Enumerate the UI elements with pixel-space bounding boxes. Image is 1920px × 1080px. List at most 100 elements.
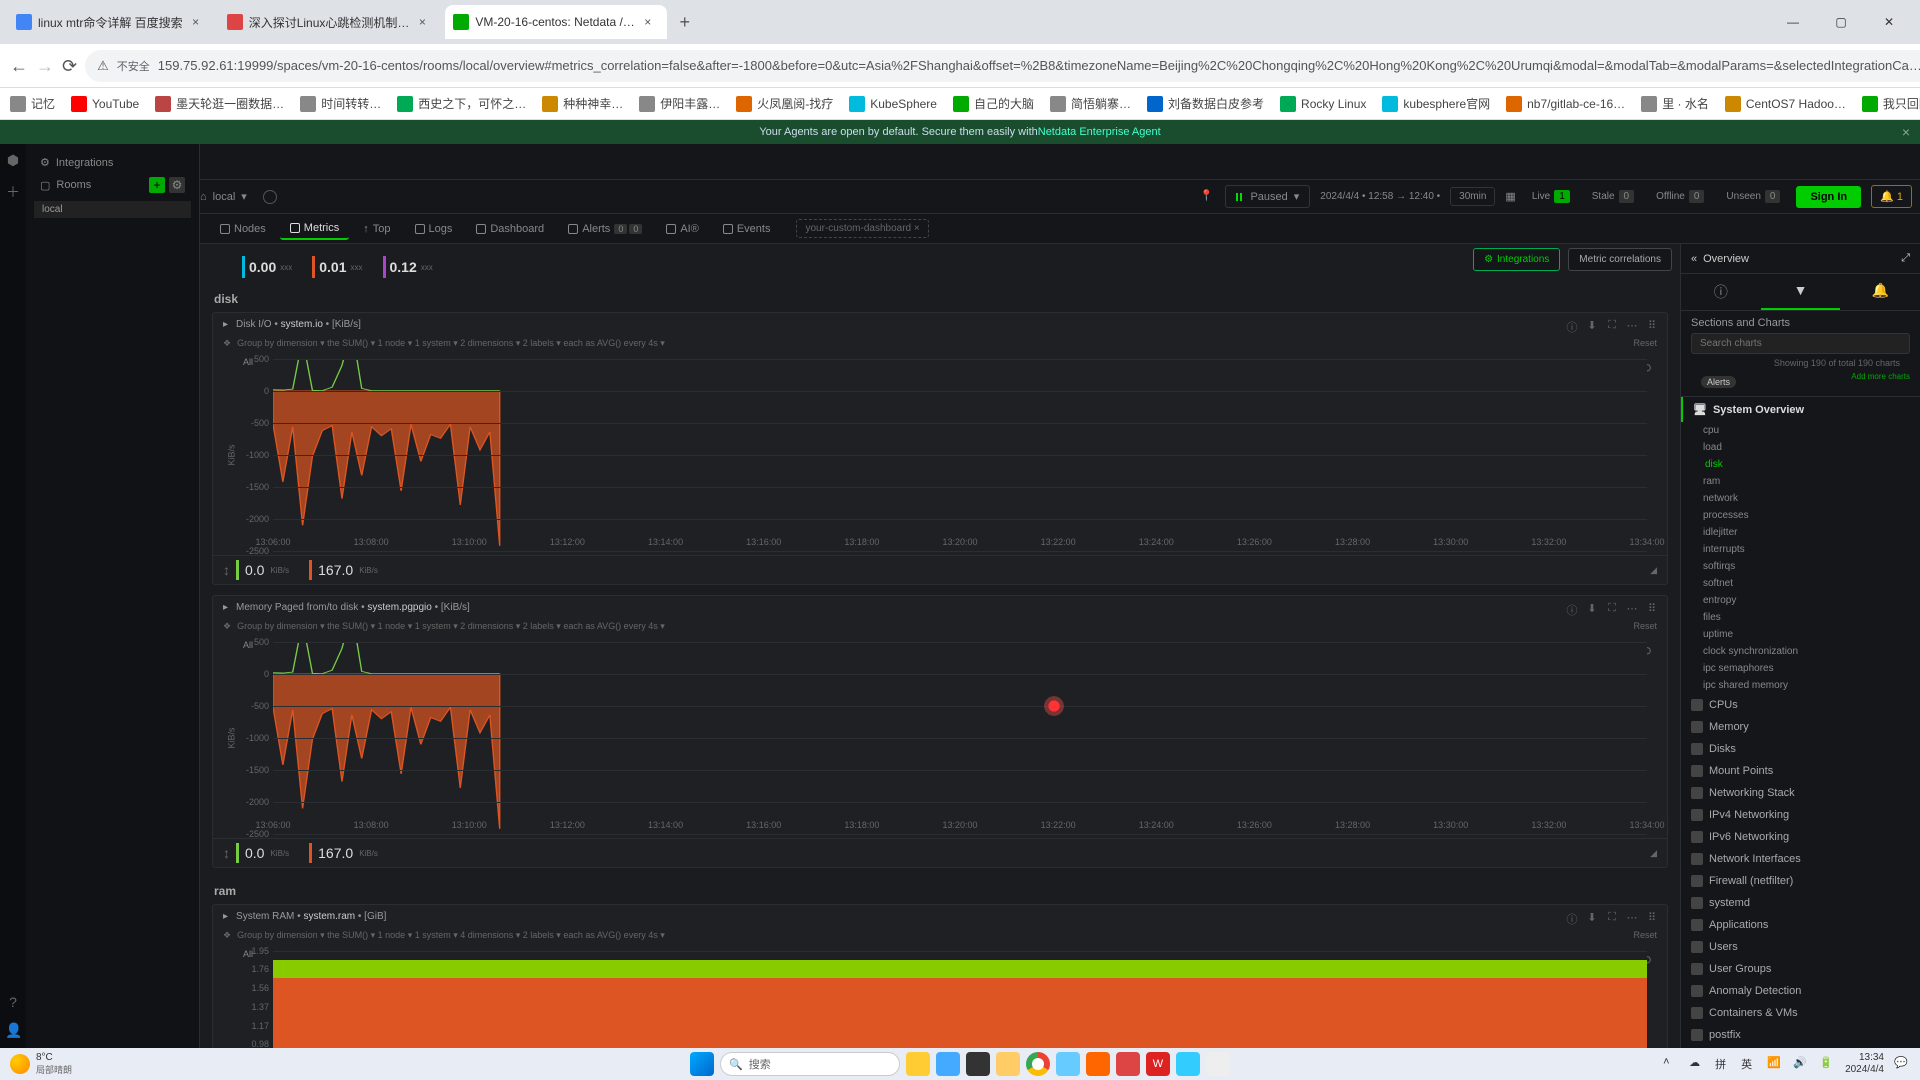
tray-battery-icon[interactable]: 🔋 <box>1819 1056 1835 1072</box>
toc-item-processes[interactable]: processes <box>1681 507 1920 524</box>
taskbar-app-icon[interactable] <box>1086 1052 1110 1076</box>
tab-dashboard[interactable]: Dashboard <box>466 219 554 239</box>
tab-ai[interactable]: AI® <box>656 219 709 239</box>
close-window-button[interactable]: ✕ <box>1866 6 1912 38</box>
browser-tab-active[interactable]: VM-20-16-centos: Netdata /… × <box>445 5 666 39</box>
tab-info-icon[interactable]: ⓘ <box>1681 274 1761 310</box>
tab-top[interactable]: ↑Top <box>353 219 400 239</box>
pin-icon[interactable]: 📍 <box>1199 189 1215 205</box>
taskbar-chrome-icon[interactable] <box>1026 1052 1050 1076</box>
bookmark-item[interactable]: 里 · 水名 <box>1641 95 1709 112</box>
tray-lang-icon[interactable]: 拼 <box>1715 1056 1731 1072</box>
bookmark-item[interactable]: 伊阳丰露… <box>639 95 720 112</box>
toc-item-network[interactable]: network <box>1681 490 1920 507</box>
tray-onedrive-icon[interactable]: ☁ <box>1689 1056 1705 1072</box>
grid-view-icon[interactable]: ▦ <box>1505 190 1515 203</box>
add-space-icon[interactable]: ＋ <box>5 182 21 198</box>
tray-clock[interactable]: 13:342024/4/4 <box>1845 1052 1884 1076</box>
toc-category[interactable]: Memory <box>1681 716 1920 738</box>
space-icon[interactable]: ⬢ <box>5 152 21 168</box>
back-button[interactable]: ← <box>10 52 28 80</box>
toc-category[interactable]: Anomaly Detection <box>1681 980 1920 1002</box>
more-icon[interactable]: ⋯ <box>1625 911 1639 925</box>
maximize-button[interactable]: ▢ <box>1818 6 1864 38</box>
sidebar-item-rooms[interactable]: ▢Rooms +⚙ <box>34 173 191 197</box>
tab-metrics[interactable]: Metrics <box>280 218 349 240</box>
custom-dashboard-button[interactable]: your-custom-dashboard × <box>796 219 928 238</box>
close-icon[interactable]: × <box>641 15 655 29</box>
browser-tab[interactable]: 深入探讨Linux心跳检测机制… × <box>219 5 442 39</box>
toc-category[interactable]: CPUs <box>1681 694 1920 716</box>
toc-item-load[interactable]: load <box>1681 439 1920 456</box>
expand-icon[interactable]: ⛶ <box>1605 319 1619 333</box>
grip-icon[interactable]: ⠿ <box>1645 911 1659 925</box>
help-icon[interactable]: ? <box>5 994 21 1010</box>
info-icon[interactable]: ⓘ <box>1565 602 1579 616</box>
alerts-badge[interactable]: Alerts <box>1701 376 1736 388</box>
toc-category[interactable]: User Groups <box>1681 958 1920 980</box>
taskbar-app-icon[interactable] <box>1206 1052 1230 1076</box>
bookmark-item[interactable]: 种种神幸… <box>542 95 623 112</box>
toc-category[interactable]: Network Interfaces <box>1681 848 1920 870</box>
taskbar-app-icon[interactable]: W <box>1146 1052 1170 1076</box>
tab-nodes[interactable]: Nodes <box>210 219 276 239</box>
tray-volume-icon[interactable]: 🔊 <box>1793 1056 1809 1072</box>
grip-icon[interactable]: ⠿ <box>1645 602 1659 616</box>
toc-item-files[interactable]: files <box>1681 609 1920 626</box>
chart-group-options[interactable]: ❖Group by dimension ▾ the SUM() ▾ 1 node… <box>213 336 1667 355</box>
download-icon[interactable]: ⬇ <box>1585 602 1599 616</box>
tab-filter-icon[interactable]: ▼ <box>1761 274 1841 310</box>
toc-category[interactable]: Containers & VMs <box>1681 1002 1920 1024</box>
toc-item-ram[interactable]: ram <box>1681 473 1920 490</box>
toc-item-softnet[interactable]: softnet <box>1681 575 1920 592</box>
tray-chevron-icon[interactable]: ˄ <box>1663 1056 1679 1072</box>
more-icon[interactable]: ⋯ <box>1625 319 1639 333</box>
tray-notifications-icon[interactable]: 💬 <box>1894 1056 1910 1072</box>
forward-button[interactable]: → <box>36 52 54 80</box>
close-icon[interactable]: × <box>415 15 429 29</box>
sidebar-item-integrations[interactable]: ⚙Integrations <box>34 152 191 173</box>
toc-category[interactable]: Users <box>1681 936 1920 958</box>
toc-item-uptime[interactable]: uptime <box>1681 626 1920 643</box>
minimize-button[interactable]: — <box>1770 6 1816 38</box>
taskbar-explorer-icon[interactable] <box>996 1052 1020 1076</box>
sign-in-button[interactable]: Sign In <box>1796 186 1861 208</box>
bookmark-item[interactable]: kubesphere官网 <box>1382 95 1490 112</box>
expand-icon[interactable]: ⛶ <box>1605 602 1619 616</box>
alerts-bell-button[interactable]: 🔔 1 <box>1871 185 1912 208</box>
chevron-left-icon[interactable]: « <box>1691 253 1697 265</box>
tab-events[interactable]: Events <box>713 219 781 239</box>
toc-item-cpu[interactable]: cpu <box>1681 422 1920 439</box>
add-more-charts-link[interactable]: Add more charts <box>1851 372 1910 381</box>
new-tab-button[interactable]: + <box>671 8 699 36</box>
chart-canvas[interactable]: 5000-500-1000-1500-2000-2500 <box>273 359 1647 551</box>
download-icon[interactable]: ⬇ <box>1585 319 1599 333</box>
bookmark-item[interactable]: 我只回圆>但领先… <box>1862 95 1920 112</box>
collapse-icon[interactable]: ▸ <box>223 911 228 922</box>
integrations-button[interactable]: ⚙Integrations <box>1473 248 1560 271</box>
taskbar-search[interactable]: 🔍搜索 <box>720 1052 900 1076</box>
expand-icon[interactable]: ⤢ <box>1901 252 1910 265</box>
bookmark-item[interactable]: Rocky Linux <box>1280 96 1366 112</box>
info-icon[interactable]: ⓘ <box>1565 911 1579 925</box>
collapse-icon[interactable]: ▸ <box>223 319 228 330</box>
toc-category[interactable]: Networking Stack <box>1681 782 1920 804</box>
bookmark-item[interactable]: 火凤凰阅-找疗 <box>736 95 833 112</box>
chart-canvas[interactable]: 1.951.761.561.371.170.980.78 <box>273 951 1647 1048</box>
toc-category[interactable]: Mount Points <box>1681 760 1920 782</box>
expand-legend-icon[interactable]: ↕ <box>223 562 230 578</box>
bookmark-item[interactable]: nb7/gitlab-ce-16… <box>1506 96 1625 112</box>
bookmark-item[interactable]: KubeSphere <box>849 96 937 112</box>
reload-button[interactable]: ⟳ <box>62 52 77 80</box>
toc-item-entropy[interactable]: entropy <box>1681 592 1920 609</box>
chart-canvas[interactable]: 5000-500-1000-1500-2000-2500 <box>273 642 1647 834</box>
taskbar-app-icon[interactable] <box>1056 1052 1080 1076</box>
bookmark-item[interactable]: CentOS7 Hadoo… <box>1725 96 1846 112</box>
host-selector[interactable]: ⌂ local ▾ <box>200 190 247 203</box>
bookmark-item[interactable]: 简悟躺寨… <box>1050 95 1131 112</box>
chart-group-options[interactable]: ❖Group by dimension ▾ the SUM() ▾ 1 node… <box>213 928 1667 947</box>
download-icon[interactable]: ⬇ <box>1585 911 1599 925</box>
toc-category[interactable]: Applications <box>1681 914 1920 936</box>
resize-handle-icon[interactable]: ◢ <box>1650 565 1657 576</box>
expand-legend-icon[interactable]: ↕ <box>223 845 230 861</box>
